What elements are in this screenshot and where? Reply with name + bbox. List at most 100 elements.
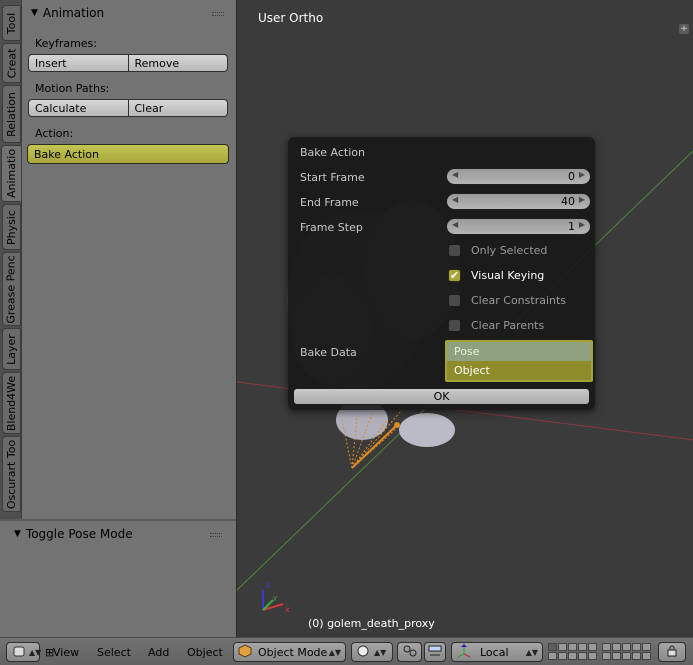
bake-action-dialog: Bake Action Start Frame ◀ 0 ▶ End Frame … bbox=[288, 137, 595, 410]
frame-step-field[interactable]: ◀ 1 ▶ bbox=[446, 218, 591, 235]
layer-toggle[interactable] bbox=[622, 652, 631, 660]
clear-parents-checkbox[interactable]: Clear Parents bbox=[448, 319, 544, 332]
tab-tool[interactable]: Tool bbox=[2, 5, 21, 41]
toggle-pose-mode-panel: ▼ Toggle Pose Mode bbox=[0, 519, 236, 637]
layer-toggle[interactable] bbox=[612, 652, 621, 660]
bake-data-option-pose[interactable]: Pose bbox=[447, 342, 591, 361]
updown-arrow-icon: ▲▼ bbox=[374, 647, 387, 657]
layer-toggle[interactable] bbox=[548, 643, 557, 651]
clear-constraints-label: Clear Constraints bbox=[471, 294, 567, 307]
tab-oscurart-tools-label: Oscurart Too bbox=[5, 439, 19, 509]
layer-toggle[interactable] bbox=[632, 643, 641, 651]
tab-grease-pencil[interactable]: Grease Penc bbox=[2, 252, 21, 326]
only-selected-checkbox[interactable]: Only Selected bbox=[448, 244, 547, 257]
action-label: Action: bbox=[35, 127, 74, 140]
increment-arrow-icon[interactable]: ▶ bbox=[579, 220, 585, 229]
layer-toggle[interactable] bbox=[568, 652, 577, 660]
updown-arrow-icon: ▲▼ bbox=[328, 647, 341, 657]
insert-keyframe-button[interactable]: Insert bbox=[28, 54, 129, 72]
checkbox-icon[interactable] bbox=[448, 244, 461, 257]
layer-toggle[interactable] bbox=[568, 643, 577, 651]
layer-toggle[interactable] bbox=[612, 643, 621, 651]
start-frame-field[interactable]: ◀ 0 ▶ bbox=[446, 168, 591, 185]
bake-action-button[interactable]: Bake Action bbox=[27, 144, 229, 164]
tab-relations[interactable]: Relation bbox=[2, 85, 21, 143]
drag-grip-icon[interactable] bbox=[212, 12, 224, 16]
checkmark-icon[interactable]: ✔ bbox=[448, 269, 461, 282]
add-menu[interactable]: Add bbox=[148, 642, 169, 662]
toggle-pose-mode-header[interactable]: ▼ Toggle Pose Mode bbox=[0, 521, 236, 547]
manipulate-centers-toggle[interactable] bbox=[424, 642, 446, 662]
pivot-point-selector[interactable] bbox=[397, 642, 422, 662]
checkbox-icon[interactable] bbox=[448, 319, 461, 332]
editor-type-button[interactable]: ▲▼ bbox=[6, 642, 41, 662]
ok-button[interactable]: OK bbox=[293, 388, 590, 405]
end-frame-label: End Frame bbox=[300, 196, 359, 209]
layer-toggle[interactable] bbox=[578, 652, 587, 660]
object-menu[interactable]: Object bbox=[187, 642, 223, 662]
lock-layers-button[interactable] bbox=[658, 642, 686, 662]
clear-constraints-checkbox[interactable]: Clear Constraints bbox=[448, 294, 566, 307]
decrement-arrow-icon[interactable]: ◀ bbox=[452, 220, 458, 229]
visual-keying-label: Visual Keying bbox=[471, 269, 545, 282]
active-object-label: (0) golem_death_proxy bbox=[308, 617, 435, 630]
expand-plus-icon[interactable]: + bbox=[679, 24, 689, 34]
viewport-shading-selector[interactable]: ▲▼ bbox=[351, 642, 393, 662]
layer-grid-right[interactable] bbox=[602, 643, 651, 660]
tab-physics[interactable]: Physic bbox=[2, 204, 21, 250]
select-menu[interactable]: Select bbox=[97, 642, 131, 662]
transform-orientation-selector[interactable]: Local ▲▼ bbox=[451, 642, 543, 662]
collapse-triangle-icon[interactable]: ▼ bbox=[31, 8, 38, 18]
tab-animation[interactable]: Animatio bbox=[1, 145, 22, 202]
frame-step-value: 1 bbox=[568, 220, 575, 233]
viewport-view-label: User Ortho bbox=[258, 11, 324, 25]
layer-toggle[interactable] bbox=[588, 643, 597, 651]
mode-selector[interactable]: Object Mode ▲▼ bbox=[233, 642, 346, 662]
pivot-icon bbox=[402, 644, 418, 661]
layer-toggle[interactable] bbox=[632, 652, 641, 660]
lock-icon bbox=[665, 644, 679, 661]
bake-data-selector[interactable]: Pose Object bbox=[445, 340, 593, 382]
animation-panel-header[interactable]: ▼ Animation bbox=[22, 0, 236, 26]
layer-toggle[interactable] bbox=[558, 652, 567, 660]
mode-label: Object Mode bbox=[258, 645, 328, 659]
transform-gizmo-icon bbox=[456, 643, 472, 661]
layer-toggle[interactable] bbox=[642, 652, 651, 660]
calculate-motion-paths-button[interactable]: Calculate bbox=[28, 99, 129, 117]
layer-toggle[interactable] bbox=[588, 652, 597, 660]
layer-grid-left[interactable] bbox=[548, 643, 597, 660]
visual-keying-checkbox[interactable]: ✔ Visual Keying bbox=[448, 269, 544, 282]
svg-text:y: y bbox=[273, 594, 277, 602]
layer-toggle[interactable] bbox=[622, 643, 631, 651]
increment-arrow-icon[interactable]: ▶ bbox=[579, 195, 585, 204]
remove-keyframe-button[interactable]: Remove bbox=[128, 54, 228, 72]
svg-text:x: x bbox=[285, 605, 290, 614]
view-menu[interactable]: View bbox=[53, 642, 79, 662]
clear-motion-paths-button[interactable]: Clear bbox=[128, 99, 228, 117]
layer-toggle[interactable] bbox=[602, 652, 611, 660]
layer-toggle[interactable] bbox=[602, 643, 611, 651]
drag-grip-icon[interactable] bbox=[210, 533, 222, 537]
tab-blend4web[interactable]: Blend4We bbox=[2, 372, 21, 434]
layer-toggle[interactable] bbox=[578, 643, 587, 651]
layer-toggle[interactable] bbox=[642, 643, 651, 651]
tab-create-label: Creat bbox=[5, 48, 19, 78]
checkbox-icon[interactable] bbox=[448, 294, 461, 307]
layer-toggle[interactable] bbox=[548, 652, 557, 660]
clear-parents-label: Clear Parents bbox=[471, 319, 545, 332]
cube-editor-icon bbox=[12, 644, 26, 661]
bake-data-option-object[interactable]: Object bbox=[447, 361, 591, 380]
tab-oscurart-tools[interactable]: Oscurart Too bbox=[2, 436, 21, 512]
tab-animation-label: Animatio bbox=[5, 148, 19, 199]
collapse-triangle-icon[interactable]: ▼ bbox=[14, 529, 21, 539]
tab-blend4web-label: Blend4We bbox=[5, 375, 19, 431]
decrement-arrow-icon[interactable]: ◀ bbox=[452, 170, 458, 179]
layer-toggle[interactable] bbox=[558, 643, 567, 651]
tab-create[interactable]: Creat bbox=[2, 43, 21, 83]
tab-physics-label: Physic bbox=[5, 209, 19, 245]
increment-arrow-icon[interactable]: ▶ bbox=[579, 170, 585, 179]
panel-title: Animation bbox=[42, 6, 105, 20]
decrement-arrow-icon[interactable]: ◀ bbox=[452, 195, 458, 204]
end-frame-field[interactable]: ◀ 40 ▶ bbox=[446, 193, 591, 210]
tab-layer[interactable]: Layer bbox=[2, 328, 21, 370]
